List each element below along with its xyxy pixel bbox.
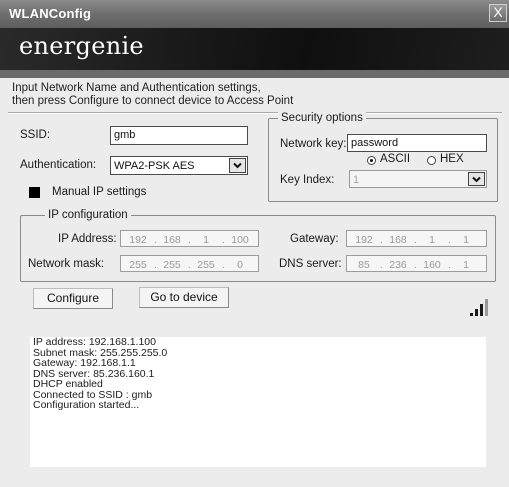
dns-octet: 85 xyxy=(358,259,370,271)
ip-octet: 168 xyxy=(163,234,181,246)
manual-ip-label: Manual IP settings xyxy=(52,186,147,198)
authentication-value: WPA2-PSK AES xyxy=(114,160,195,172)
manual-ip-checkbox[interactable] xyxy=(29,187,40,198)
dns-octet: 236 xyxy=(389,259,407,271)
authentication-label: Authentication: xyxy=(20,159,97,171)
gateway-octet: 1 xyxy=(429,234,435,246)
authentication-select[interactable]: WPA2-PSK AES xyxy=(110,156,248,175)
close-icon[interactable]: X xyxy=(489,4,507,22)
log-line: DHCP enabled xyxy=(33,378,103,390)
banner-strip xyxy=(0,70,509,78)
hex-radio[interactable] xyxy=(427,156,436,165)
ip-octet: 1 xyxy=(203,234,209,246)
dns-octet: 160 xyxy=(423,259,441,271)
mask-octet: 255 xyxy=(129,259,147,271)
wlanconfig-window: WLANConfig X energenie Input Network Nam… xyxy=(0,0,509,487)
ip-address-input[interactable]: 192 . 168 . 1 . 100 xyxy=(120,230,259,247)
ip-configuration-legend: IP configuration xyxy=(45,209,131,221)
key-index-select[interactable]: 1 xyxy=(349,170,487,188)
brand-banner: energenie xyxy=(0,28,509,70)
ip-octet: 100 xyxy=(231,234,249,246)
ascii-label: ASCII xyxy=(380,153,411,165)
mask-octet: 0 xyxy=(237,259,243,271)
ssid-label: SSID: xyxy=(20,129,51,141)
chevron-down-icon[interactable] xyxy=(229,158,246,173)
configure-button[interactable]: Configure xyxy=(33,288,113,309)
log-line: Gateway: 192.168.1.1 xyxy=(33,357,136,369)
security-options-legend: Security options xyxy=(278,112,366,124)
instructions-text: Input Network Name and Authentication se… xyxy=(12,82,492,108)
log-line: Configuration started... xyxy=(33,399,140,411)
ip-octet: 192 xyxy=(129,234,147,246)
network-key-input[interactable]: password xyxy=(347,134,487,152)
gateway-label: Gateway: xyxy=(290,233,339,245)
go-to-device-button[interactable]: Go to device xyxy=(139,287,229,308)
divider xyxy=(8,112,502,114)
window-title: WLANConfig xyxy=(9,6,92,21)
key-index-label: Key Index: xyxy=(280,174,335,186)
dns-server-label: DNS server: xyxy=(279,258,342,270)
gateway-octet: 1 xyxy=(463,234,469,246)
gateway-octet: 192 xyxy=(355,234,373,246)
hex-label: HEX xyxy=(440,153,464,165)
log-line: IP address: 192.168.1.100 xyxy=(33,336,156,348)
ascii-radio[interactable] xyxy=(367,156,376,165)
ip-address-label: IP Address: xyxy=(58,233,117,245)
network-key-label: Network key: xyxy=(280,138,347,150)
instructions-line: then press Configure to connect device t… xyxy=(12,95,294,107)
energenie-logo: energenie xyxy=(19,32,144,60)
gateway-input[interactable]: 192 . 168 . 1 . 1 xyxy=(346,230,487,247)
instructions-line: Input Network Name and Authentication se… xyxy=(12,82,261,94)
status-log: IP address: 192.168.1.100 Subnet mask: 2… xyxy=(30,337,486,467)
gateway-octet: 168 xyxy=(389,234,407,246)
chevron-down-icon[interactable] xyxy=(468,172,485,186)
dns-server-input[interactable]: 85 . 236 . 160 . 1 xyxy=(346,255,487,272)
key-index-value: 1 xyxy=(353,174,360,186)
network-mask-label: Network mask: xyxy=(28,258,105,270)
dns-octet: 1 xyxy=(463,259,469,271)
ssid-input[interactable]: gmb xyxy=(110,126,248,145)
title-bar[interactable]: WLANConfig X xyxy=(0,0,509,28)
mask-octet: 255 xyxy=(197,259,215,271)
signal-strength-icon xyxy=(470,299,488,316)
mask-octet: 255 xyxy=(163,259,181,271)
network-mask-input[interactable]: 255 . 255 . 255 . 0 xyxy=(120,255,259,272)
